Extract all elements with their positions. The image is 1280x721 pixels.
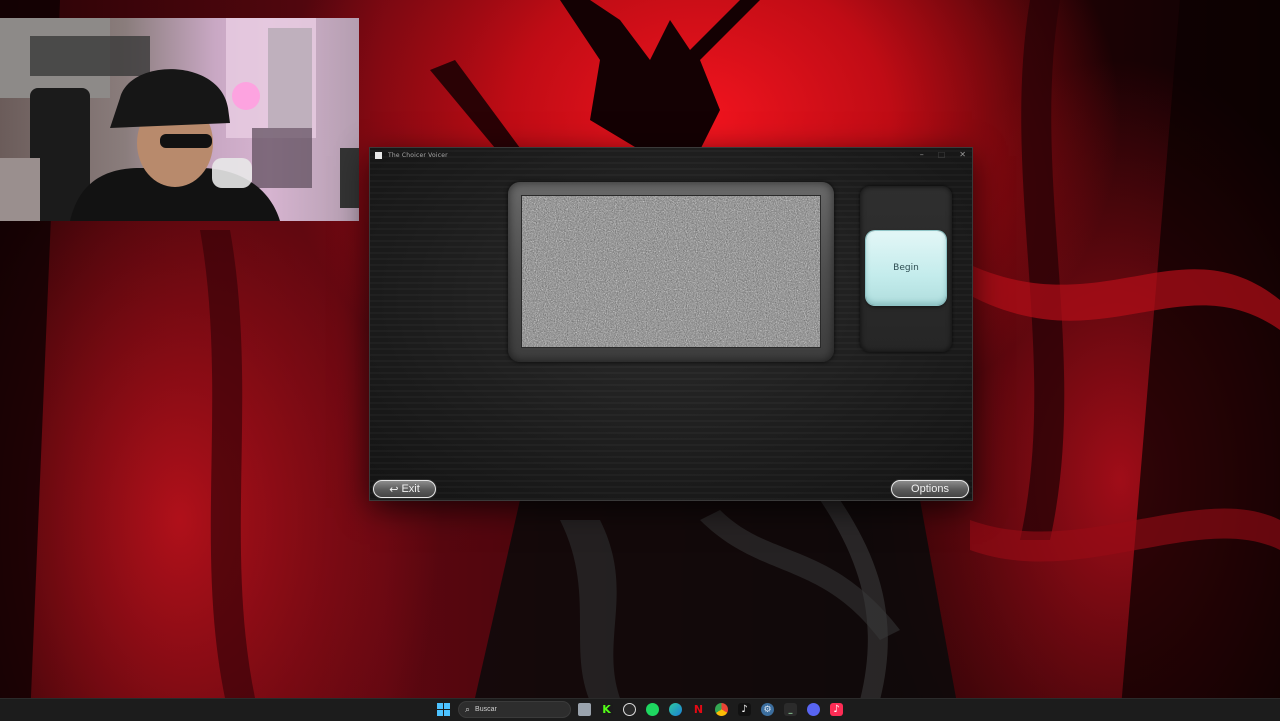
app-icon (375, 151, 382, 159)
taskbar: ⌕ Buscar K N ♪ ⚙ _ ♪ (0, 698, 1280, 721)
begin-button[interactable]: Begin (866, 231, 946, 305)
static-noise-screen (521, 195, 821, 348)
search-placeholder: Buscar (475, 706, 497, 713)
discord-icon[interactable] (807, 703, 820, 716)
minimize-button[interactable]: – (920, 149, 924, 161)
terminal-icon[interactable]: _ (784, 703, 797, 716)
close-button[interactable]: ✕ (959, 149, 966, 161)
options-button[interactable]: Options (891, 480, 969, 498)
tv-static-noise (522, 196, 820, 347)
webcam-feed-image (0, 18, 359, 221)
app-window: The Choicer Voicer – □ ✕ Begin ↩ Exit Op… (370, 148, 972, 500)
edge-icon[interactable] (669, 703, 682, 716)
tiktok-icon[interactable]: ♪ (738, 703, 751, 716)
taskbar-search-box[interactable]: ⌕ Buscar (458, 701, 571, 718)
exit-label: Exit (401, 483, 420, 495)
video-screen-frame (508, 182, 834, 362)
webcam-overlay (0, 18, 359, 221)
search-icon: ⌕ (465, 704, 471, 715)
settings-icon[interactable]: ⚙ (761, 703, 774, 716)
title-bar[interactable]: The Choicer Voicer – □ ✕ (370, 148, 972, 162)
netflix-icon[interactable]: N (692, 703, 705, 716)
spotify-icon[interactable] (646, 703, 659, 716)
options-label: Options (911, 483, 949, 495)
maximize-button[interactable]: □ (938, 149, 946, 161)
exit-button[interactable]: ↩ Exit (373, 480, 436, 498)
chrome-icon[interactable] (715, 703, 728, 716)
kick-icon[interactable]: K (600, 703, 613, 716)
file-explorer-icon[interactable] (578, 703, 591, 716)
window-title: The Choicer Voicer (388, 151, 448, 159)
window-controls: – □ ✕ (920, 149, 966, 161)
tiktok-live-icon[interactable]: ♪ (830, 703, 843, 716)
control-panel: Begin (860, 186, 952, 352)
return-arrow-icon: ↩ (389, 483, 399, 496)
obs-icon[interactable] (623, 703, 636, 716)
windows-start-icon[interactable] (437, 703, 450, 716)
